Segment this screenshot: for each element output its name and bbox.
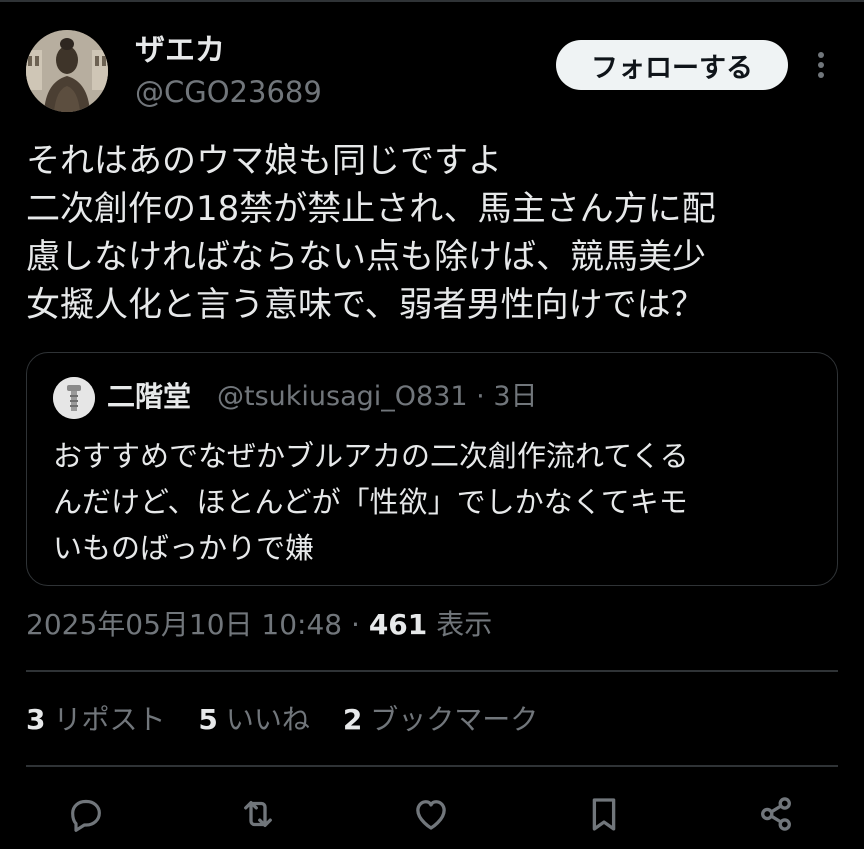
divider (26, 765, 838, 767)
likes-label: いいね (225, 703, 310, 736)
engagement-stats: 3 リポスト 5 いいね 2 ブックマーク (26, 700, 562, 740)
views-count: 461 (368, 608, 428, 641)
meta-separator: · (351, 608, 360, 641)
quoted-tweet-card[interactable]: 二階堂 @tsukiusagi_O831 · 3日 おすすめでなぜかブルアカの二… (26, 352, 838, 586)
share-icon (761, 797, 791, 831)
views-label: 表示 (436, 608, 493, 641)
tweet-line: 慮しなければならない点も除けば、競馬美少 (26, 237, 706, 277)
buddha-statue-image (26, 30, 108, 112)
quoted-author-name[interactable]: 二階堂 (107, 379, 191, 415)
quoted-author-handle[interactable]: @tsukiusagi_O831 (217, 381, 468, 412)
author-handle[interactable]: @CGO23689 (135, 74, 322, 110)
avatar[interactable] (26, 30, 108, 112)
tweet-body: それはあのウマ娘も同じですよ 二次創作の18禁が禁止され、馬主さん方に配 慮しな… (26, 137, 846, 329)
tweet-header: ザエカ @CGO23689 フォローする (0, 0, 864, 120)
like-button[interactable] (407, 790, 455, 838)
reposts-label: リポスト (53, 703, 166, 736)
tweet-line: 二次創作の18禁が禁止され、馬主さん方に配 (26, 189, 716, 229)
bookmarks-stat[interactable]: 2 ブックマーク (343, 703, 539, 736)
likes-count: 5 (198, 703, 218, 736)
likes-stat[interactable]: 5 いいね (198, 703, 310, 736)
tweet-timestamp[interactable]: 2025年05月10日 10:48 (26, 608, 342, 641)
follow-button[interactable]: フォローする (556, 40, 788, 90)
repost-button[interactable] (234, 790, 282, 838)
meta-separator: · (476, 381, 485, 412)
tweet-line: それはあのウマ娘も同じですよ (26, 141, 502, 181)
author-display-name[interactable]: ザエカ (135, 33, 225, 69)
share-button[interactable] (752, 790, 800, 838)
bookmark-icon (592, 798, 616, 831)
action-bar (0, 790, 864, 840)
quoted-tweet-body: おすすめでなぜかブルアカの二次創作流れてくる んだけど、ほとんどが「性欲」でしか… (53, 433, 823, 571)
reply-button[interactable] (62, 790, 110, 838)
reposts-stat[interactable]: 3 リポスト (26, 703, 166, 736)
reposts-count: 3 (26, 703, 46, 736)
heart-icon (416, 800, 446, 830)
quoted-tweet-line: んだけど、ほとんどが「性欲」でしかなくてキモ (53, 485, 688, 519)
quoted-tweet-age: 3日 (493, 381, 538, 412)
more-vertical-icon (818, 52, 824, 78)
quoted-author-meta: @tsukiusagi_O831 · 3日 (217, 379, 538, 415)
reply-icon (71, 799, 101, 832)
tweet-line: 女擬人化と言う意味で、弱者男性向けでは？ (26, 285, 705, 325)
bookmarks-count: 2 (342, 703, 363, 736)
bolt-image (53, 377, 95, 419)
quoted-tweet-line: いものばっかりで嫌 (53, 531, 315, 565)
repost-icon (244, 800, 272, 828)
more-options-button[interactable] (806, 45, 836, 85)
bookmark-button[interactable] (580, 790, 628, 838)
tweet-meta-row: 2025年05月10日 10:48 · 461 表示 (26, 605, 492, 645)
bookmarks-label: ブックマーク (370, 703, 539, 736)
quoted-author-avatar[interactable] (53, 377, 95, 419)
divider (26, 670, 838, 672)
quoted-tweet-line: おすすめでなぜかブルアカの二次創作流れてくる (53, 439, 689, 473)
